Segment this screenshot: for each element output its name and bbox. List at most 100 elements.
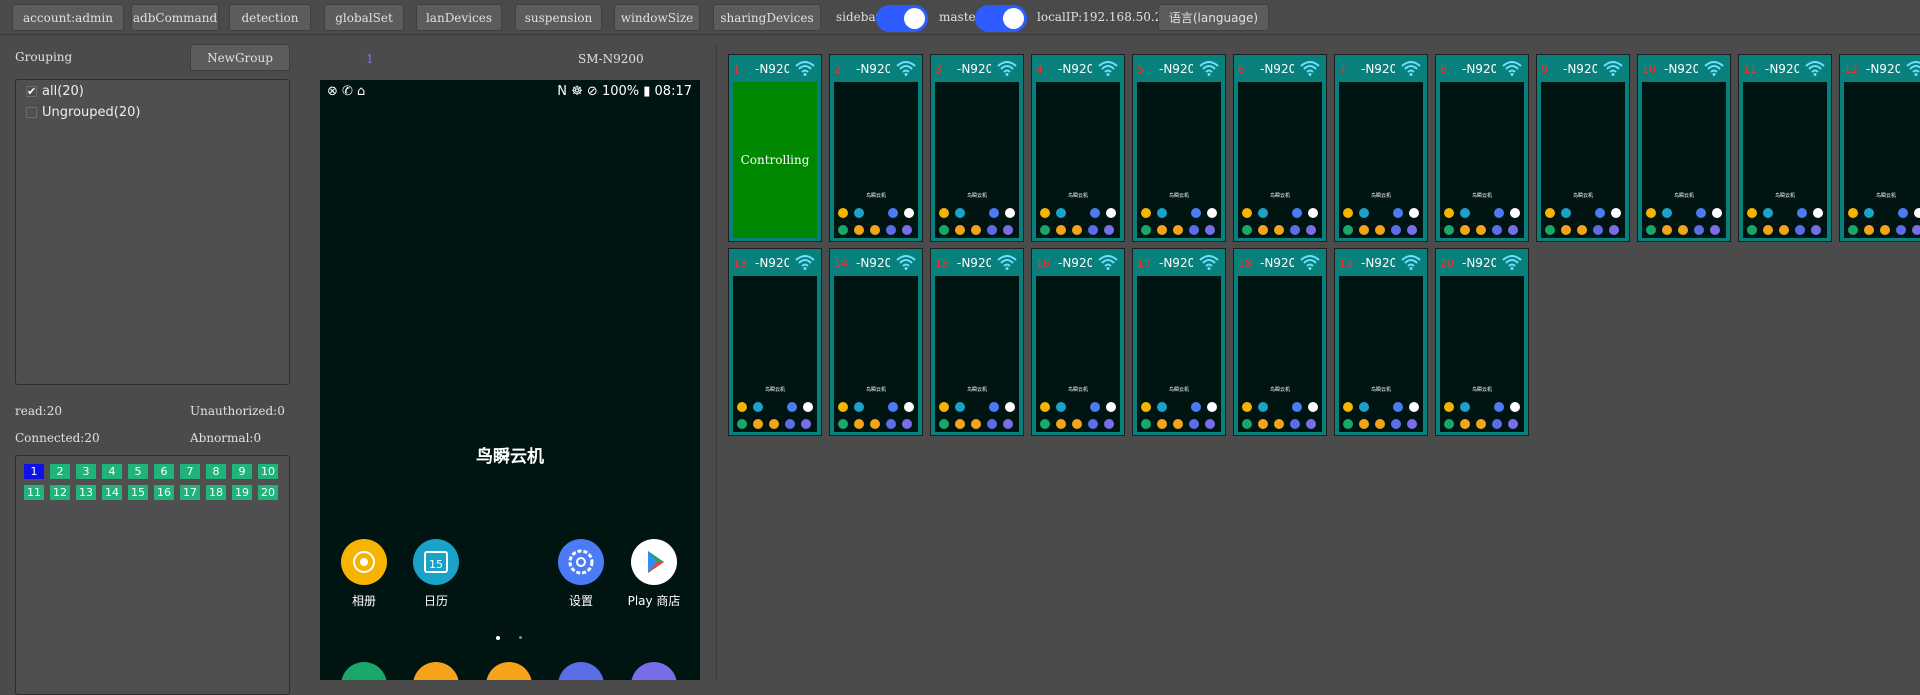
lan-devices-button[interactable]: lanDevices (416, 4, 502, 31)
device-number-tile[interactable]: 18 (206, 485, 226, 500)
device-number-tile[interactable]: 20 (258, 485, 278, 500)
device-number-tile[interactable]: 5 (128, 464, 148, 479)
browser-app-icon[interactable] (558, 662, 604, 680)
mini-dock-icon (1274, 225, 1284, 235)
mini-dock-icon (1646, 225, 1656, 235)
device-thumb-screen[interactable]: 鸟瞬云机 (1440, 276, 1524, 432)
device-thumbnail[interactable]: 7 -N920 鸟瞬云机 (1334, 54, 1428, 242)
device-thumb-screen[interactable]: 鸟瞬云机 (1339, 82, 1423, 238)
mini-dock-icon (1508, 419, 1518, 429)
device-thumb-screen[interactable]: 鸟瞬云机 (935, 82, 1019, 238)
device-number-tile[interactable]: 9 (232, 464, 252, 479)
device-thumb-number: 18 (1238, 257, 1252, 270)
device-thumb-screen[interactable]: 鸟瞬云机 (1238, 276, 1322, 432)
sharing-devices-button[interactable]: sharingDevices (713, 4, 821, 31)
device-number-tile[interactable]: 14 (102, 485, 122, 500)
device-thumb-screen[interactable]: 鸟瞬云机 (1238, 82, 1322, 238)
device-number-tile[interactable]: 6 (154, 464, 174, 479)
device-thumbnail[interactable]: 2 -N920 鸟瞬云机 (829, 54, 923, 242)
device-thumb-screen[interactable]: 鸟瞬云机 (834, 276, 918, 432)
device-thumbnail[interactable]: 17 -N920 鸟瞬云机 (1132, 248, 1226, 436)
mini-dock-icon (1290, 419, 1300, 429)
device-thumbnail[interactable]: 3 -N920 鸟瞬云机 (930, 54, 1024, 242)
device-thumb-screen[interactable]: 鸟瞬云机 (1844, 82, 1920, 238)
device-thumbnail[interactable]: 11 -N920 鸟瞬云机 (1738, 54, 1832, 242)
device-thumbnail[interactable]: 1 -N920 Controlling (728, 54, 822, 242)
adb-command-button[interactable]: adbCommand (131, 4, 219, 31)
device-thumbnail[interactable]: 10 -N920 鸟瞬云机 (1637, 54, 1731, 242)
device-number-tile[interactable]: 12 (50, 485, 70, 500)
mini-dock-icon (1189, 419, 1199, 429)
device-thumbnail[interactable]: 15 -N920 鸟瞬云机 (930, 248, 1024, 436)
messages-app-icon[interactable] (486, 662, 532, 680)
device-thumb-screen[interactable]: 鸟瞬云机 (1440, 82, 1524, 238)
device-number-tile[interactable]: 7 (180, 464, 200, 479)
play-store-app-icon[interactable] (631, 539, 677, 585)
device-thumb-screen[interactable]: 鸟瞬云机 (935, 276, 1019, 432)
checkbox-checked-icon[interactable]: ✔ (26, 86, 37, 97)
device-thumbnail[interactable]: 19 -N920 鸟瞬云机 (1334, 248, 1428, 436)
device-thumb-screen[interactable]: 鸟瞬云机 (1137, 82, 1221, 238)
device-thumbnail[interactable]: 13 -N920 鸟瞬云机 (728, 248, 822, 436)
device-number-tile[interactable]: 3 (76, 464, 96, 479)
detection-button[interactable]: detection (229, 4, 311, 31)
device-number-tile[interactable]: 19 (232, 485, 252, 500)
device-thumb-screen[interactable]: 鸟瞬云机 (1137, 276, 1221, 432)
contacts-app-icon[interactable] (413, 662, 459, 680)
device-thumb-number: 19 (1339, 257, 1353, 270)
window-size-button[interactable]: windowSize (614, 4, 700, 31)
device-thumb-screen[interactable]: 鸟瞬云机 (1743, 82, 1827, 238)
device-thumbnail[interactable]: 4 -N920 鸟瞬云机 (1031, 54, 1125, 242)
status-bar-right: N ☸ ⊘ 100% ▮ 08:17 (557, 84, 692, 99)
phone-app-icon[interactable] (341, 662, 387, 680)
mini-app-icon (989, 402, 999, 412)
suspension-button[interactable]: suspension (515, 4, 602, 31)
mini-brand-text: 鸟瞬云机 (1370, 387, 1391, 393)
device-thumb-screen[interactable]: 鸟瞬云机 (1036, 276, 1120, 432)
mini-app-icon (904, 402, 914, 412)
device-thumbnail[interactable]: 20 -N920 鸟瞬云机 (1435, 248, 1529, 436)
mini-app-icon (1343, 208, 1353, 218)
device-thumb-screen[interactable]: 鸟瞬云机 (1036, 82, 1120, 238)
device-thumb-screen[interactable]: 鸟瞬云机 (834, 82, 918, 238)
new-group-button[interactable]: NewGroup (190, 44, 290, 71)
device-number-tile[interactable]: 13 (76, 485, 96, 500)
device-thumbnail[interactable]: 8 -N920 鸟瞬云机 (1435, 54, 1529, 242)
device-number-tile[interactable]: 17 (180, 485, 200, 500)
device-thumb-number: 20 (1440, 257, 1454, 270)
device-number-tile[interactable]: 1 (24, 464, 44, 479)
gallery-app-icon[interactable] (341, 539, 387, 585)
device-thumbnail[interactable]: 5 -N920 鸟瞬云机 (1132, 54, 1226, 242)
mini-dock-icon (1407, 225, 1417, 235)
device-thumbnail[interactable]: 16 -N920 鸟瞬云机 (1031, 248, 1125, 436)
device-number-tile[interactable]: 10 (258, 464, 278, 479)
device-thumbnail[interactable]: 12 -N920 鸟瞬云机 (1839, 54, 1920, 242)
device-number-tile[interactable]: 11 (24, 485, 44, 500)
camera-app-icon[interactable] (631, 662, 677, 680)
device-thumb-screen[interactable]: 鸟瞬云机 (1339, 276, 1423, 432)
toggle-knob (904, 8, 925, 29)
global-set-button[interactable]: globalSet (324, 4, 404, 31)
account-button[interactable]: account:admin (12, 4, 124, 31)
settings-app-icon[interactable] (558, 539, 604, 585)
device-number-tile[interactable]: 8 (206, 464, 226, 479)
device-thumbnail[interactable]: 14 -N920 鸟瞬云机 (829, 248, 923, 436)
language-button[interactable]: 语言(language) (1158, 4, 1269, 31)
device-number-tile[interactable]: 15 (128, 485, 148, 500)
calendar-app-icon[interactable]: 15 (413, 539, 459, 585)
master-toggle[interactable] (975, 5, 1027, 32)
main-phone-screen[interactable]: ⊗ ✆ ⌂ N ☸ ⊘ 100% ▮ 08:17 鸟瞬云机 相册 15 日历 设… (320, 80, 700, 680)
device-number-tile[interactable]: 4 (102, 464, 122, 479)
checkbox-icon[interactable] (26, 107, 37, 118)
device-thumb-name: -N920 (1361, 62, 1395, 76)
device-thumbnail[interactable]: 18 -N920 鸟瞬云机 (1233, 248, 1327, 436)
device-thumb-screen[interactable]: 鸟瞬云机 (1642, 82, 1726, 238)
sidebar-toggle[interactable] (876, 5, 928, 32)
device-number-tile[interactable]: 16 (154, 485, 174, 500)
device-thumbnail[interactable]: 6 -N920 鸟瞬云机 (1233, 54, 1327, 242)
device-thumb-number: 3 (935, 63, 942, 76)
device-thumb-screen[interactable]: 鸟瞬云机 (733, 276, 817, 432)
device-thumbnail[interactable]: 9 -N920 鸟瞬云机 (1536, 54, 1630, 242)
device-number-tile[interactable]: 2 (50, 464, 70, 479)
device-thumb-screen[interactable]: 鸟瞬云机 (1541, 82, 1625, 238)
